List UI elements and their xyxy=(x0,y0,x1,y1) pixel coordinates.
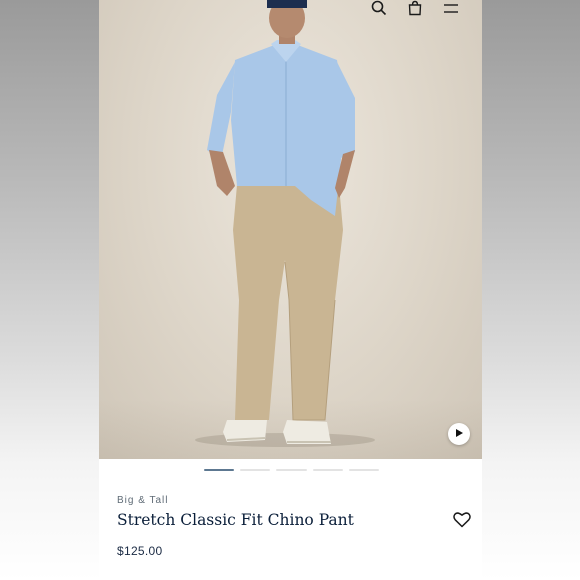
shopping-bag-icon[interactable] xyxy=(403,0,427,16)
product-info: Big & Tall Stretch Classic Fit Chino Pan… xyxy=(117,495,472,558)
play-video-button[interactable] xyxy=(448,423,470,445)
product-page: Big & Tall Stretch Classic Fit Chino Pan… xyxy=(99,0,482,580)
carousel-dot[interactable] xyxy=(312,469,343,471)
product-image[interactable] xyxy=(99,0,482,459)
model-photo xyxy=(195,0,375,447)
image-carousel-indicator xyxy=(204,469,380,473)
carousel-dot[interactable] xyxy=(276,469,307,471)
product-price: $125.00 xyxy=(117,544,163,558)
carousel-dot[interactable] xyxy=(348,469,380,471)
carousel-dot[interactable] xyxy=(204,469,235,471)
wishlist-button[interactable] xyxy=(451,511,473,533)
menu-icon[interactable] xyxy=(439,0,463,16)
play-icon xyxy=(454,425,464,443)
carousel-dot[interactable] xyxy=(240,469,271,471)
search-icon[interactable] xyxy=(367,0,391,16)
product-title[interactable]: Stretch Classic Fit Chino Pant xyxy=(117,511,472,529)
product-category: Big & Tall xyxy=(117,495,169,506)
heart-icon xyxy=(453,511,471,533)
